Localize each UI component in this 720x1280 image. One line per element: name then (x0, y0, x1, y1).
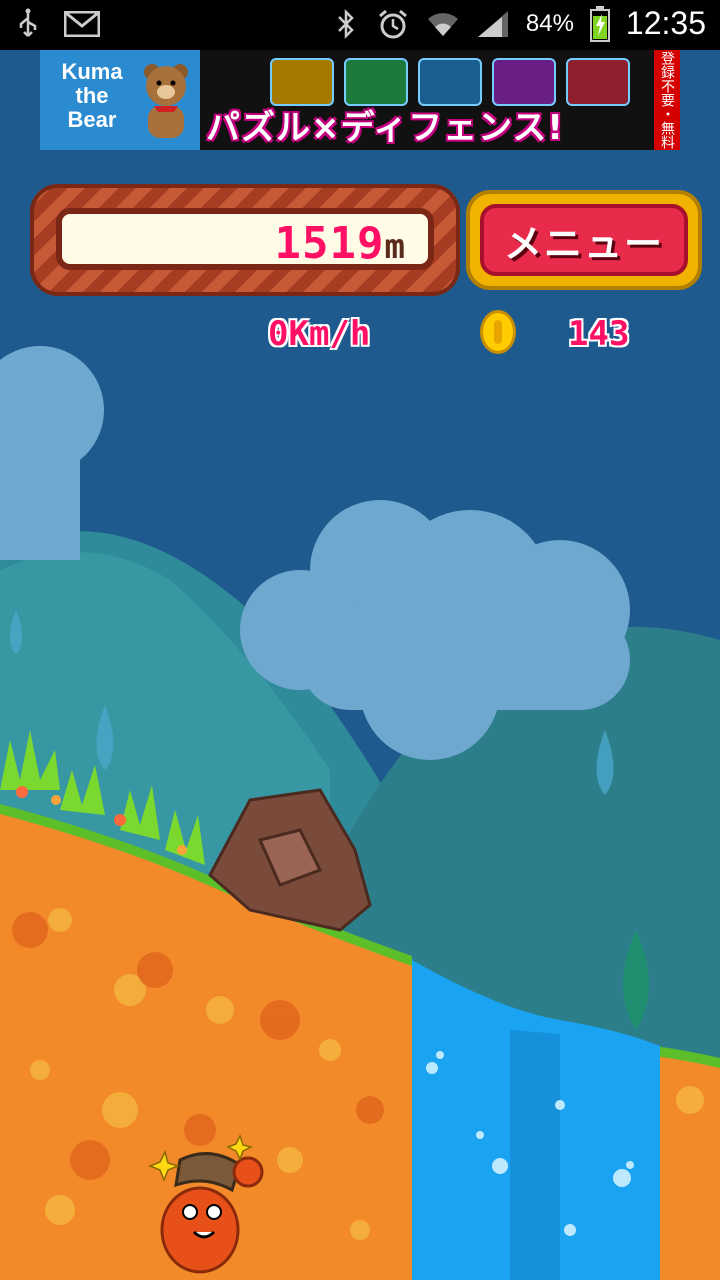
distance-panel: 1519m (30, 184, 460, 296)
ad-banner[interactable]: Kuma the Bear パズル×ディフェンス! 登録不要・無料 (40, 50, 680, 150)
snowflake-tile-icon (418, 58, 482, 106)
battery-percent: 84% (525, 9, 574, 37)
bluetooth-icon (332, 8, 360, 40)
status-bar: 84% 12:35 (0, 0, 720, 50)
usb-icon (14, 8, 42, 40)
menu-button-face[interactable]: メニュー (480, 204, 688, 276)
waterfall-dark (510, 1030, 560, 1280)
wind-tile-icon (344, 58, 408, 106)
ad-tiles (270, 58, 630, 106)
distance-readout: 1519m (275, 218, 406, 269)
alarm-icon (376, 8, 410, 40)
poison-tile-icon (492, 58, 556, 106)
coin-icon (480, 310, 516, 354)
bear-mascot-icon (138, 62, 194, 142)
dirt-right (655, 1050, 720, 1280)
ad-brand-box: Kuma the Bear (40, 50, 200, 150)
fire-tile-icon (566, 58, 630, 106)
coin-count: 143 (568, 314, 630, 354)
signal-icon (476, 8, 510, 40)
ad-headline: パズル×ディフェンス! (206, 108, 564, 148)
gmail-icon (64, 8, 100, 40)
distance-unit: m (384, 227, 406, 267)
battery-charging-icon (589, 5, 610, 42)
menu-button-label: メニュー (503, 221, 664, 266)
clock: 12:35 (625, 5, 706, 41)
ad-brand-text: Kuma the Bear (61, 59, 123, 132)
ad-badge: 登録不要・無料 (654, 50, 680, 150)
distance-display: 1519m (56, 208, 434, 270)
lightning-tile-icon (270, 58, 334, 106)
distance-value: 1519 (274, 218, 385, 269)
wifi-icon (426, 8, 460, 40)
menu-button[interactable]: メニュー (466, 190, 702, 290)
speed-readout: 0Km/h (268, 314, 371, 354)
